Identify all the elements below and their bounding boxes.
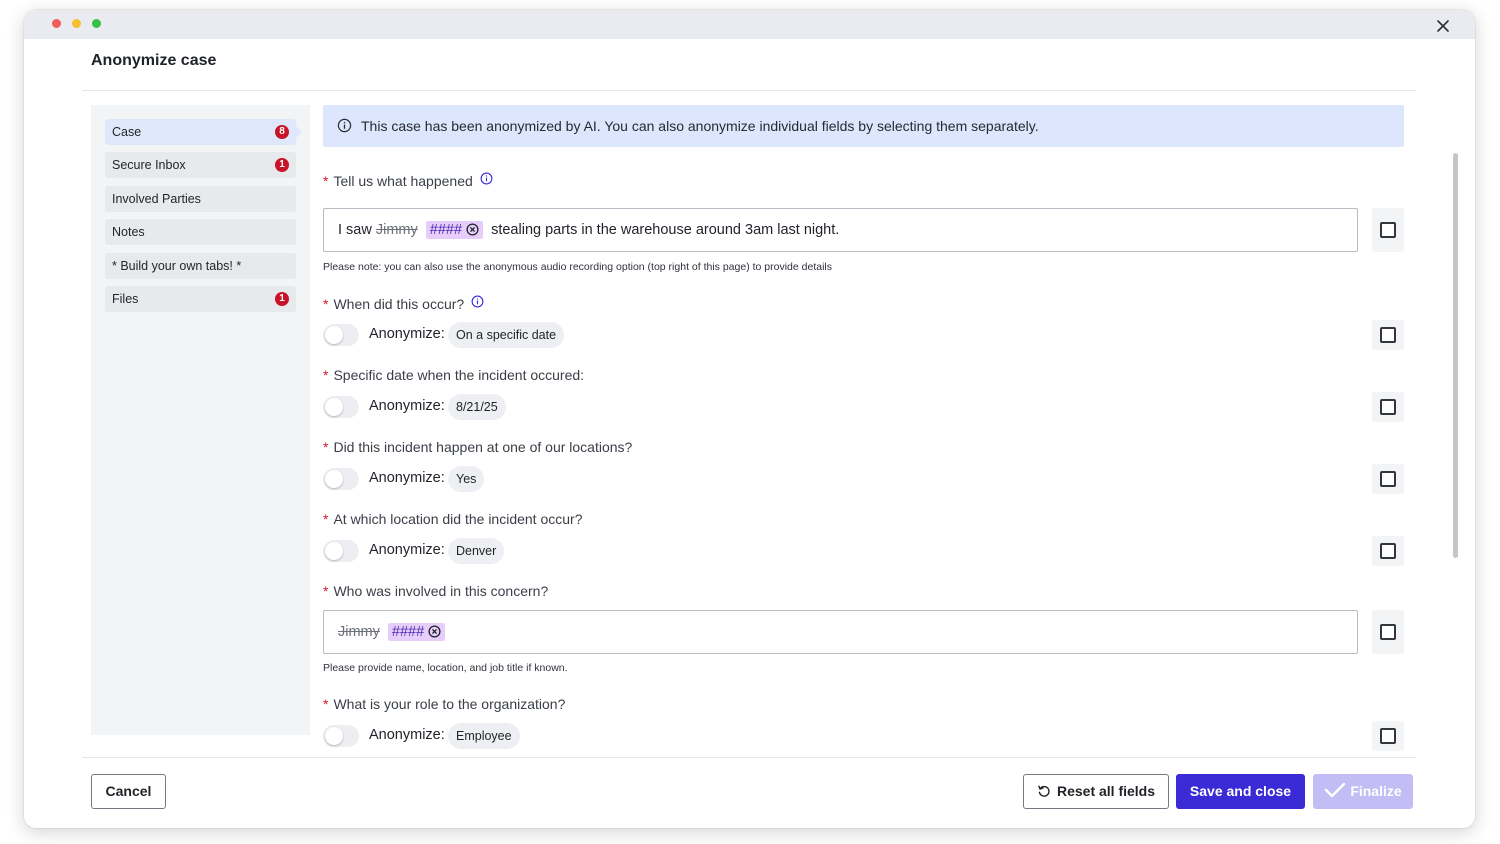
sidebar-item-involved-parties[interactable]: Involved Parties [105,186,296,212]
label-text: When did this occur? [333,296,465,312]
what-happened-field[interactable]: I saw Jimmy #### stealing parts in the w… [323,208,1358,252]
required-marker: * [323,439,329,455]
info-icon[interactable] [480,172,493,185]
required-marker: * [323,367,329,383]
sidebar-item-label: Involved Parties [112,192,201,206]
field-value-chip: Denver [448,538,505,564]
required-marker: * [323,696,329,712]
scrollbar-thumb[interactable] [1453,153,1458,558]
who-involved-field[interactable]: Jimmy #### [323,610,1358,654]
case-fields-panel: This case has been anonymized by AI. You… [323,105,1408,751]
field-select-checkbox[interactable] [1372,721,1404,751]
field-label-role: * What is your role to the organization? [323,696,565,712]
required-marker: * [323,296,329,312]
field-select-checkbox[interactable] [1372,392,1404,422]
sidebar-item-secure-inbox[interactable]: Secure Inbox 1 [105,152,296,178]
anonymize-toggle[interactable] [323,725,359,747]
window-minimize-dot[interactable] [72,19,81,28]
sidebar-item-notes[interactable]: Notes [105,219,296,245]
sidebar-item-files[interactable]: Files 1 [105,286,296,312]
reset-all-fields-button[interactable]: Reset all fields [1023,774,1169,809]
anonymized-token[interactable]: #### [387,623,446,641]
remove-mask-icon[interactable] [466,223,479,236]
field-value-chip: Employee [448,723,520,749]
text-segment: stealing parts in the warehouse around 3… [491,222,840,238]
info-icon[interactable] [471,295,484,308]
sidebar-item-label: Secure Inbox [112,158,186,172]
cancel-button[interactable]: Cancel [91,774,166,809]
label-text: What is your role to the organization? [333,696,566,712]
count-badge: 1 [275,158,289,172]
required-marker: * [323,511,329,527]
anonymized-token[interactable]: #### [425,221,484,239]
anonymize-label: Anonymize: [369,470,445,486]
anonymize-label: Anonymize: [369,398,445,414]
sidebar-item-label: Files [112,292,139,306]
label-text: Specific date when the incident occured: [333,367,585,383]
finalize-button[interactable]: Finalize [1313,774,1413,809]
field-hint: Please note: you can also use the anonym… [323,261,832,273]
field-select-checkbox[interactable] [1372,208,1404,252]
sidebar-item-label: * Build your own tabs! * [112,259,242,273]
save-and-close-button[interactable]: Save and close [1176,774,1305,809]
sidebar-item-build-your-own-tabs[interactable]: * Build your own tabs! * [105,253,296,279]
ai-anonymized-banner: This case has been anonymized by AI. You… [323,105,1404,147]
window-titlebar [24,10,1475,39]
anonymize-toggle[interactable] [323,540,359,562]
remove-mask-icon[interactable] [428,625,441,638]
reset-icon [1038,785,1050,797]
required-marker: * [323,583,329,599]
field-select-checkbox[interactable] [1372,536,1404,566]
field-value-chip: Yes [448,466,485,492]
info-icon [337,118,352,133]
anonymize-dialog-window: Anonymize case Case 8 Secure Inbox 1 Inv… [24,10,1475,828]
sidebar: Case 8 Secure Inbox 1 Involved Parties N… [91,105,310,735]
anonymize-toggle[interactable] [323,468,359,490]
label-text: Did this incident happen at one of our l… [333,439,633,455]
dialog-title: Anonymize case [91,52,217,69]
field-select-checkbox[interactable] [1372,464,1404,494]
check-icon [1325,782,1346,798]
sidebar-item-label: Notes [112,225,145,239]
label-text: Tell us what happened [333,173,473,189]
window-zoom-dot[interactable] [92,19,101,28]
field-label-who-involved: * Who was involved in this concern? [323,583,548,599]
required-marker: * [323,173,329,189]
count-badge: 1 [275,292,289,306]
footer-divider [82,757,1416,758]
label-text: At which location did the incident occur… [333,511,583,527]
button-label: Finalize [1350,783,1402,799]
sidebar-item-case[interactable]: Case 8 [105,119,302,145]
sidebar-item-label: Case [112,125,142,139]
field-select-checkbox[interactable] [1372,320,1404,350]
field-label-what-happened: * Tell us what happened [323,172,493,189]
text-segment: I saw [338,222,372,238]
redacted-original-text: Jimmy [375,222,418,238]
banner-text: This case has been anonymized by AI. You… [361,118,1039,134]
anonymize-label: Anonymize: [369,542,445,558]
field-select-checkbox[interactable] [1372,610,1404,654]
field-value-chip: 8/21/25 [448,394,506,420]
field-label-specific-date: * Specific date when the incident occured… [323,367,584,383]
anonymize-label: Anonymize: [369,326,445,342]
anonymize-toggle[interactable] [323,324,359,346]
redacted-original-text: Jimmy [338,624,380,640]
header-divider [82,90,1416,91]
field-label-at-location: * Did this incident happen at one of our … [323,439,632,455]
field-label-which-location: * At which location did the incident occu… [323,511,583,527]
button-label: Reset all fields [1056,783,1156,799]
window-close-dot[interactable] [52,19,61,28]
field-hint: Please provide name, location, and job t… [323,662,568,674]
close-icon[interactable] [1435,18,1451,34]
label-text: Who was involved in this concern? [333,583,549,599]
field-value-chip: On a specific date [448,322,565,348]
field-label-when-occur: * When did this occur? [323,295,484,312]
mask-text: #### [429,222,463,238]
anonymize-label: Anonymize: [369,727,445,743]
count-badge: 8 [275,125,289,139]
anonymize-toggle[interactable] [323,396,359,418]
mask-text: #### [391,624,425,640]
